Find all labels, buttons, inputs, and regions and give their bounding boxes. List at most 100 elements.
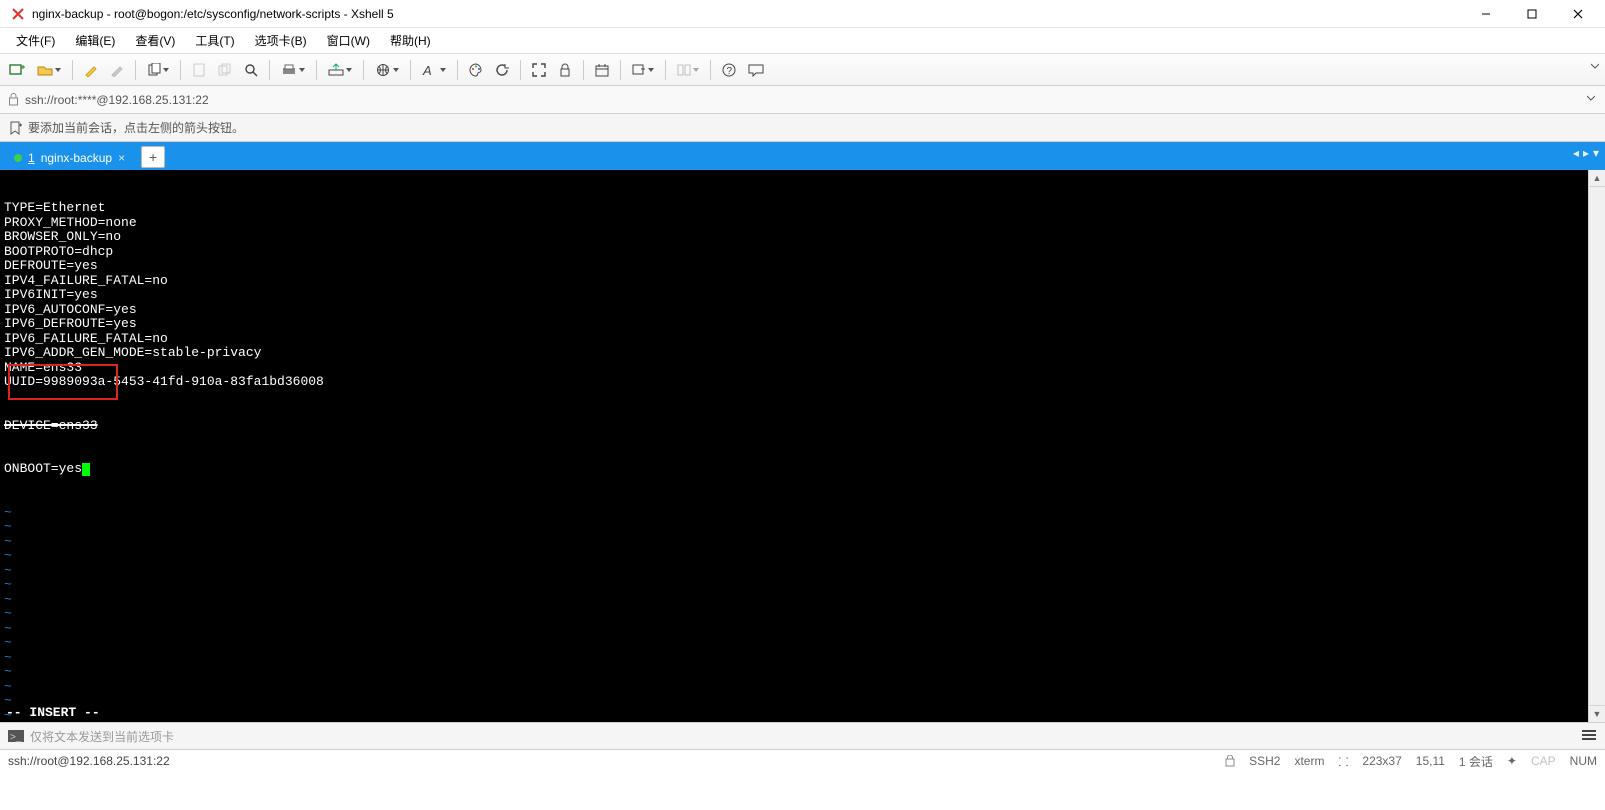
- new-session-button[interactable]: [4, 58, 30, 82]
- toolbar-overflow[interactable]: [1591, 62, 1599, 70]
- status-ssh: SSH2: [1249, 754, 1280, 768]
- highlight-button[interactable]: [79, 58, 103, 82]
- toolbar-separator: [457, 60, 458, 80]
- tilde-line: ~: [4, 694, 1584, 709]
- terminal-line: IPV6INIT=yes: [4, 288, 1584, 303]
- tab-close-button[interactable]: ×: [118, 151, 125, 165]
- terminal-line: PROXY_METHOD=none: [4, 216, 1584, 231]
- tilde-line: ~: [4, 651, 1584, 666]
- terminal-line: BROWSER_ONLY=no: [4, 230, 1584, 245]
- copy2-button[interactable]: [213, 58, 237, 82]
- lock-icon: [8, 93, 19, 106]
- minimize-button[interactable]: [1463, 0, 1509, 28]
- toolbar-separator: [665, 60, 666, 80]
- color-scheme-button[interactable]: [464, 58, 488, 82]
- toolbar-separator: [180, 60, 181, 80]
- tilde-line: ~: [4, 636, 1584, 651]
- address-text[interactable]: ssh://root:****@192.168.25.131:22: [25, 93, 1597, 107]
- scroll-up-icon[interactable]: ▲: [1589, 170, 1605, 187]
- status-num: NUM: [1570, 754, 1597, 768]
- toolbar-separator: [710, 60, 711, 80]
- cursor: [82, 463, 90, 476]
- tilde-line: ~: [4, 665, 1584, 680]
- add-tab-button[interactable]: +: [141, 146, 165, 168]
- menu-window[interactable]: 窗口(W): [317, 28, 380, 53]
- tab-list-icon[interactable]: ▾: [1593, 146, 1599, 160]
- terminal-line: NAME=ens33: [4, 361, 1584, 376]
- menu-tabs[interactable]: 选项卡(B): [245, 28, 317, 53]
- window-title: nginx-backup - root@bogon:/etc/sysconfig…: [32, 7, 1463, 21]
- bookmark-icon[interactable]: [8, 121, 22, 135]
- tab-strip: 1 nginx-backup × + ◂ ▸ ▾: [0, 142, 1605, 170]
- address-dropdown[interactable]: [1587, 94, 1595, 102]
- menu-edit[interactable]: 编辑(E): [65, 28, 125, 53]
- refresh-button[interactable]: [490, 58, 514, 82]
- new-window-button[interactable]: [627, 58, 659, 82]
- tilde-line: ~: [4, 593, 1584, 608]
- transfer-button[interactable]: [323, 58, 357, 82]
- tab-nav: ◂ ▸ ▾: [1573, 146, 1599, 160]
- copy-button[interactable]: [142, 58, 174, 82]
- tilde-line: ~: [4, 549, 1584, 564]
- tilde-line: ~: [4, 709, 1584, 723]
- find-button[interactable]: [239, 58, 263, 82]
- tab-prev-icon[interactable]: ◂: [1573, 146, 1579, 160]
- terminal-line: BOOTPROTO=dhcp: [4, 245, 1584, 260]
- terminal-line: IPV6_DEFROUTE=yes: [4, 317, 1584, 332]
- scroll-track[interactable]: [1589, 187, 1605, 705]
- maximize-button[interactable]: [1509, 0, 1555, 28]
- tilde-line: ~: [4, 622, 1584, 637]
- menu-icon[interactable]: [1581, 728, 1597, 742]
- fullscreen-button[interactable]: [527, 58, 551, 82]
- scrollbar[interactable]: ▲ ▼: [1588, 170, 1605, 722]
- toolbar-separator: [316, 60, 317, 80]
- scroll-down-icon[interactable]: ▼: [1589, 705, 1605, 722]
- chat-button[interactable]: [743, 58, 769, 82]
- edit-button[interactable]: [105, 58, 129, 82]
- calendar-button[interactable]: [590, 58, 614, 82]
- terminal-line: IPV4_FAILURE_FATAL=no: [4, 274, 1584, 289]
- command-input-placeholder[interactable]: 仅将文本发送到当前选项卡: [30, 728, 174, 745]
- toolbar-separator: [620, 60, 621, 80]
- command-input-bar: >_ 仅将文本发送到当前选项卡: [0, 722, 1605, 750]
- prompt-icon: >_: [8, 729, 24, 743]
- status-left: ssh://root@192.168.25.131:22: [8, 754, 1211, 768]
- terminal-line: UUID=9989093a-5453-41fd-910a-83fa1bd3600…: [4, 375, 1584, 390]
- status-cap: CAP: [1531, 754, 1556, 768]
- paste-button[interactable]: [187, 58, 211, 82]
- tilde-line: ~: [4, 506, 1584, 521]
- terminal-line: IPV6_AUTOCONF=yes: [4, 303, 1584, 318]
- menu-view[interactable]: 查看(V): [125, 28, 185, 53]
- close-button[interactable]: [1555, 0, 1601, 28]
- toolbar-separator: [72, 60, 73, 80]
- tilde-line: ~: [4, 535, 1584, 550]
- terminal-line: DEFROUTE=yes: [4, 259, 1584, 274]
- menu-help[interactable]: 帮助(H): [380, 28, 441, 53]
- status-dot-icon: [14, 154, 22, 162]
- print-button[interactable]: [276, 58, 310, 82]
- help-button[interactable]: ?: [717, 58, 741, 82]
- tab-next-icon[interactable]: ▸: [1583, 146, 1589, 160]
- status-enc: 1 会话: [1459, 753, 1493, 770]
- toolbar-separator: [410, 60, 411, 80]
- lock-button[interactable]: [553, 58, 577, 82]
- tab-label: nginx-backup: [41, 151, 112, 165]
- layout-button[interactable]: [672, 58, 704, 82]
- address-bar: ssh://root:****@192.168.25.131:22: [0, 86, 1605, 114]
- tilde-line: ~: [4, 564, 1584, 579]
- session-tab[interactable]: 1 nginx-backup ×: [4, 144, 135, 170]
- font-button[interactable]: A: [417, 58, 451, 82]
- menu-tools[interactable]: 工具(T): [185, 28, 244, 53]
- status-bar: ssh://root@192.168.25.131:22 SSH2 xterm …: [0, 750, 1605, 772]
- menu-file[interactable]: 文件(F): [6, 28, 65, 53]
- encoding-button[interactable]: [370, 58, 404, 82]
- app-icon: [10, 6, 26, 22]
- hint-text: 要添加当前会话，点击左侧的箭头按钮。: [28, 119, 244, 136]
- status-connection-icon: [1225, 755, 1235, 767]
- terminal-line: TYPE=Ethernet: [4, 201, 1584, 216]
- terminal[interactable]: TYPE=EthernetPROXY_METHOD=noneBROWSER_ON…: [0, 170, 1588, 722]
- status-term: xterm: [1294, 754, 1324, 768]
- tilde-line: ~: [4, 578, 1584, 593]
- strike-line: DEVICE=ens33: [4, 418, 98, 433]
- open-session-button[interactable]: [32, 58, 66, 82]
